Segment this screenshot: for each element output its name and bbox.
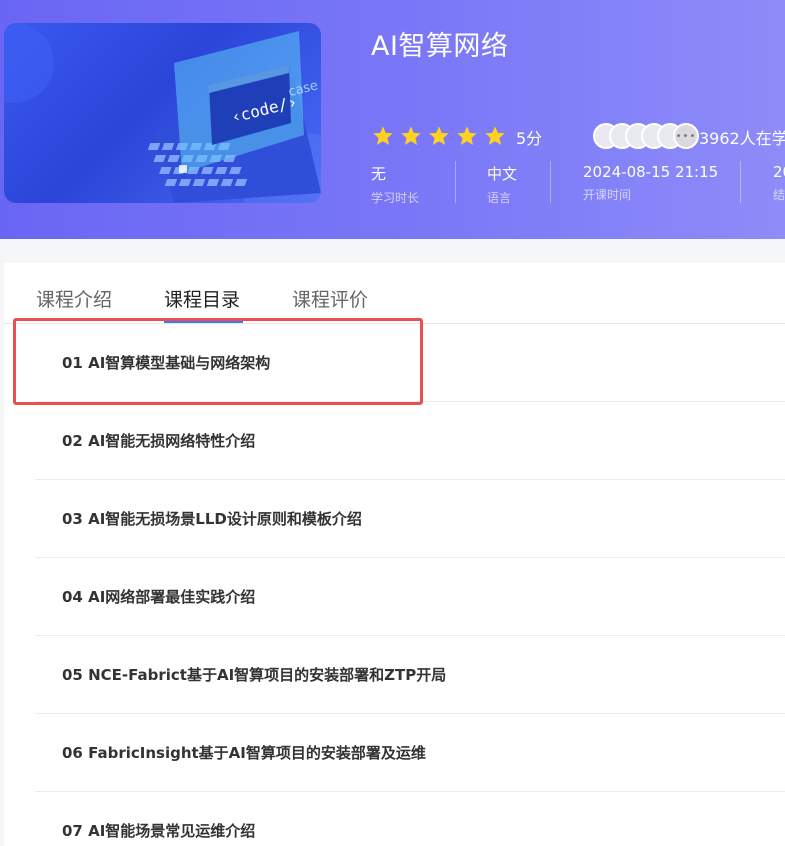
laptop-illustration: ‹code/› case: [4, 23, 321, 203]
rating-score: 5分: [516, 129, 543, 148]
meta-key: 学习时长: [371, 191, 420, 205]
meta-start-time: 2024-08-15 21:15 开课时间: [583, 163, 718, 203]
active-tab-indicator: [164, 320, 243, 323]
course-title: AI智算网络: [371, 31, 509, 62]
catalog-item[interactable]: 07 AI智能场景常见运维介绍: [35, 792, 785, 846]
meta-divider: [455, 161, 456, 203]
star-icon: [457, 126, 477, 145]
catalog-item-title: 01 AI智算模型基础与网络架构: [62, 354, 271, 372]
catalog-item[interactable]: 01 AI智算模型基础与网络架构: [35, 324, 785, 402]
meta-key: 语言: [487, 191, 512, 205]
star-icon: [429, 126, 449, 145]
course-header: ‹code/› case AI智算网络 5分 ••• 3962人在学 无 学习时…: [0, 0, 785, 239]
meta-divider: [740, 161, 741, 203]
catalog-item-title: 02 AI智能无损网络特性介绍: [62, 432, 256, 450]
meta-value: 20: [773, 163, 785, 181]
catalog-item[interactable]: 02 AI智能无损网络特性介绍: [35, 402, 785, 480]
meta-value: 中文: [487, 165, 518, 183]
tab-intro[interactable]: 课程介绍: [36, 285, 112, 312]
rating-stars: [371, 125, 507, 147]
catalog-item[interactable]: 04 AI网络部署最佳实践介绍: [35, 558, 785, 636]
meta-divider: [550, 161, 551, 203]
catalog-item-title: 06 FabricInsight基于AI智算项目的安装部署及运维: [62, 744, 426, 762]
meta-value: 无: [371, 165, 387, 183]
catalog-item-title: 07 AI智能场景常见运维介绍: [62, 822, 256, 840]
tab-catalog[interactable]: 课程目录: [164, 285, 240, 312]
meta-duration: 无 学习时长: [371, 163, 420, 205]
star-icon: [401, 126, 421, 145]
course-content-panel: 课程介绍 课程目录 课程评价 01 AI智算模型基础与网络架构 02 AI智能无…: [4, 263, 785, 846]
catalog-item[interactable]: 05 NCE-Fabrict基于AI智算项目的安装部署和ZTP开局: [35, 636, 785, 714]
star-icon: [373, 126, 393, 145]
meta-key: 结: [773, 188, 785, 202]
meta-end-time: 20 结: [773, 163, 785, 203]
meta-language: 中文 语言: [487, 163, 518, 205]
catalog-item[interactable]: 03 AI智能无损场景LLD设计原则和模板介绍: [35, 480, 785, 558]
meta-value: 2024-08-15 21:15: [583, 163, 719, 181]
tab-reviews[interactable]: 课程评价: [292, 285, 368, 312]
course-tabs: 课程介绍 课程目录 课程评价: [4, 263, 785, 324]
catalog-item-title: 03 AI智能无损场景LLD设计原则和模板介绍: [62, 510, 362, 528]
star-icon: [485, 126, 505, 145]
learner-avatars: •••: [593, 123, 699, 149]
catalog-item-title: 04 AI网络部署最佳实践介绍: [62, 588, 256, 606]
catalog-item[interactable]: 06 FabricInsight基于AI智算项目的安装部署及运维: [35, 714, 785, 792]
catalog-item-title: 05 NCE-Fabrict基于AI智算项目的安装部署和ZTP开局: [62, 666, 447, 684]
course-cover-image: ‹code/› case: [4, 23, 321, 203]
meta-key: 开课时间: [583, 188, 632, 202]
learner-count: 3962人在学: [699, 129, 785, 148]
more-dots-icon: •••: [673, 123, 699, 149]
